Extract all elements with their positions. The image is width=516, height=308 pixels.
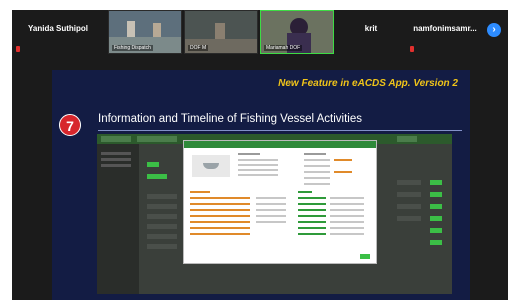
- participant-tile[interactable]: Yanida Suthipol: [12, 10, 104, 54]
- boat-icon: [203, 163, 219, 169]
- mic-muted-icon: [410, 46, 414, 52]
- vessel-image: [192, 155, 230, 177]
- participant-name: krit: [364, 24, 378, 33]
- app-sidebar: [97, 144, 139, 294]
- slide-banner: New Feature in eACDS App. Version 2: [278, 78, 458, 89]
- mic-muted-icon: [16, 46, 20, 52]
- participant-tile[interactable]: krit: [336, 10, 406, 54]
- title-divider: [98, 130, 462, 131]
- app-screenshot: [97, 134, 452, 294]
- participant-tile[interactable]: namfonimsamr...: [406, 10, 484, 54]
- participant-name: Yanida Suthipol: [27, 24, 88, 33]
- video-label: DOF M: [188, 45, 209, 51]
- slide-title: Information and Timeline of Fishing Vess…: [98, 113, 362, 125]
- participant-video[interactable]: Fishing Dispatch: [108, 10, 182, 54]
- dialog-ok-button: [360, 254, 370, 259]
- chevron-right-icon[interactable]: ›: [487, 23, 501, 37]
- participant-name: namfonimsamr...: [413, 24, 477, 33]
- participant-video[interactable]: DOF M: [184, 10, 258, 54]
- vessel-info-dialog: [183, 140, 377, 264]
- participant-video-active[interactable]: Mariamah DOF: [260, 10, 334, 54]
- participant-strip: Yanida Suthipol Fishing Dispatch DOF M M…: [12, 10, 508, 54]
- step-badge: 7: [59, 114, 81, 136]
- meeting-window: Yanida Suthipol Fishing Dispatch DOF M M…: [12, 10, 508, 300]
- dialog-header: [184, 141, 376, 148]
- video-label: Fishing Dispatch: [112, 45, 153, 51]
- shared-slide: New Feature in eACDS App. Version 2 7 In…: [52, 70, 470, 300]
- video-label: Mariamah DOF: [264, 45, 303, 51]
